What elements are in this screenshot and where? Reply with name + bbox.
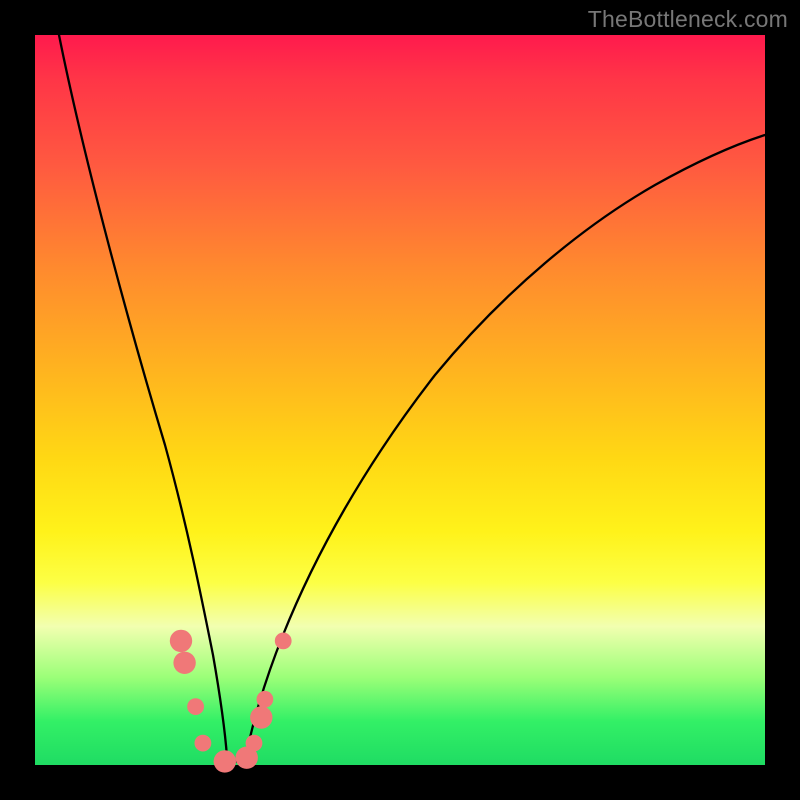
curve-right: [246, 135, 765, 757]
data-marker: [214, 750, 236, 772]
data-marker: [170, 630, 192, 652]
curve-left: [59, 35, 227, 757]
bottleneck-curve: [35, 35, 765, 765]
watermark-text: TheBottleneck.com: [588, 6, 788, 33]
data-marker: [275, 633, 292, 650]
markers-group: [170, 630, 292, 773]
data-marker: [173, 652, 195, 674]
data-marker: [257, 691, 274, 708]
plot-area: [35, 35, 765, 765]
data-marker: [246, 735, 263, 752]
data-marker: [195, 735, 212, 752]
data-marker: [187, 698, 204, 715]
chart-frame: TheBottleneck.com: [0, 0, 800, 800]
data-marker: [250, 706, 272, 728]
